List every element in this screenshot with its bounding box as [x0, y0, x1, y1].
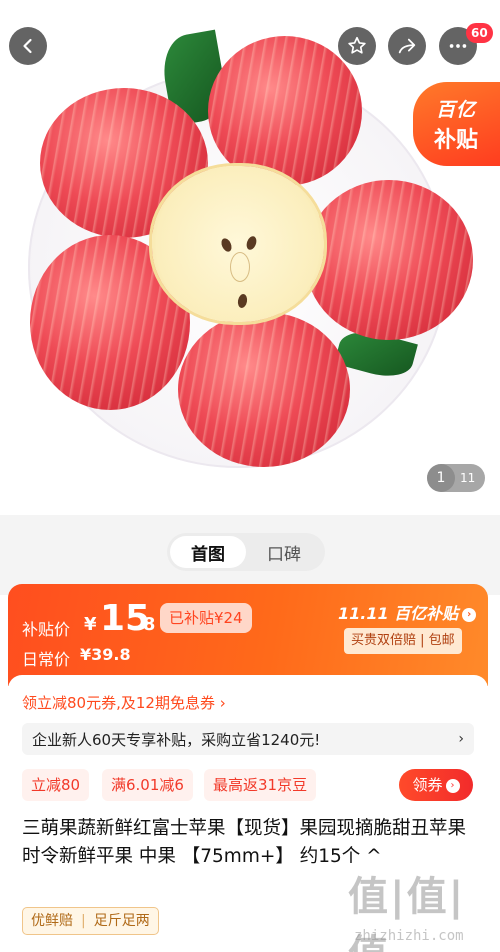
- price-card: 补贴价 ¥ 15 .8 已补贴¥24 日常价 ¥39.8 11.11 百亿补贴 ›…: [8, 584, 488, 686]
- enterprise-subsidy-banner[interactable]: 企业新人60天专享补贴，采购立省1240元! ›: [22, 723, 474, 755]
- claim-coupon-button[interactable]: 领券 ›: [399, 769, 473, 801]
- page-total: 11: [460, 471, 476, 485]
- product-title: 三萌果蔬新鲜红富士苹果【现货】果园现摘脆甜丑苹果时令新鲜平果 中果 【75mm+…: [22, 818, 467, 867]
- product-image-carousel[interactable]: 百亿 补贴 1 11: [0, 0, 500, 515]
- apple: [178, 312, 350, 467]
- content-tabs: 首图 口碑: [167, 533, 325, 571]
- chevron-right-icon: ›: [458, 731, 464, 747]
- service-tag: 足斤足两: [93, 913, 150, 929]
- claim-coupon-label: 领券: [412, 776, 443, 794]
- message-count-badge: 60: [466, 23, 493, 43]
- subsidy-tag-line1: 百亿: [435, 98, 476, 121]
- apple: [208, 36, 362, 186]
- tab-reviews[interactable]: 口碑: [246, 536, 322, 568]
- price-currency: ¥: [84, 614, 97, 635]
- service-tag: 优鲜赔: [31, 913, 73, 929]
- chevron-right-icon: ›: [462, 607, 477, 622]
- promo-logo[interactable]: 11.11 百亿补贴 ›: [338, 600, 477, 624]
- more-dots-icon: [449, 44, 467, 48]
- favorite-button[interactable]: [338, 27, 376, 65]
- subsidized-amount-badge: 已补贴¥24: [160, 603, 252, 633]
- share-arrow-icon: [398, 38, 416, 54]
- service-tags[interactable]: 优鲜赔 | 足斤足两: [22, 907, 159, 935]
- coupon-tag: 最高返31京豆: [204, 769, 317, 801]
- page-current: 1: [427, 464, 455, 492]
- star-outline-icon: [348, 36, 366, 54]
- image-page-indicator: 1 11: [427, 464, 485, 492]
- tab-main-image[interactable]: 首图: [170, 536, 246, 568]
- promo-guarantee-tags: 买贵双倍赔 | 包邮: [344, 628, 462, 654]
- chevron-right-icon: ›: [445, 778, 460, 793]
- site-watermark: 值|值|值 zhizhizhi.com: [348, 864, 498, 952]
- apple-core: [230, 252, 250, 282]
- promo-logo-text: 11.11 百亿补贴: [338, 604, 459, 623]
- billion-subsidy-tag: 百亿 补贴: [413, 82, 500, 166]
- watermark-url: zhizhizhi.com: [354, 928, 464, 944]
- daily-price-value: ¥39.8: [80, 645, 131, 664]
- price-decimal: .8: [136, 614, 156, 635]
- subsidy-price-label: 补贴价: [22, 620, 71, 639]
- back-button[interactable]: [9, 27, 47, 65]
- share-button[interactable]: [388, 27, 426, 65]
- coupon-tag: 满6.01减6: [102, 769, 193, 801]
- apple: [305, 180, 473, 340]
- daily-price-label: 日常价: [22, 650, 71, 669]
- coupon-tag: 立减80: [22, 769, 90, 801]
- chevron-left-icon: [23, 38, 32, 54]
- subsidy-tag-line2: 补贴: [433, 127, 478, 153]
- coupon-summary-link[interactable]: 领立减80元券,及12期免息券 ›: [22, 692, 226, 713]
- enterprise-subsidy-text: 企业新人60天专享补贴，采购立省1240元!: [32, 730, 321, 749]
